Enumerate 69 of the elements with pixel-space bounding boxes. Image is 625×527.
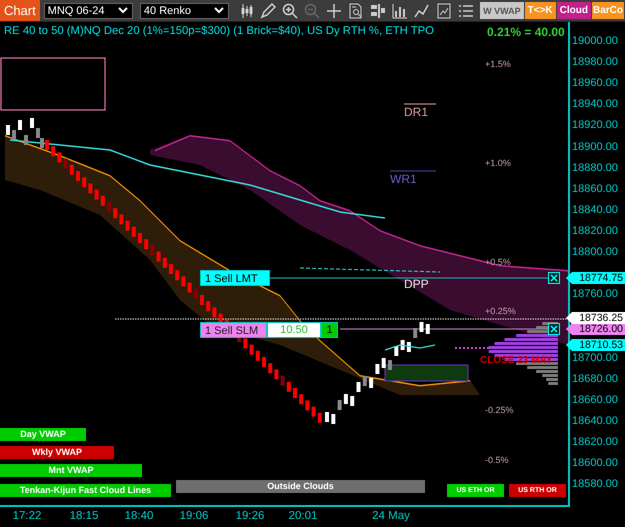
change-readout: 0.21% = 40.00 xyxy=(487,25,565,39)
price-marker: 18710.53 xyxy=(566,339,625,351)
time-label: 24 May xyxy=(372,510,410,522)
time-label: 17:22 xyxy=(12,510,42,522)
order-label[interactable]: 1 Sell SLM xyxy=(200,322,267,338)
percent-level-label: +0.5% xyxy=(485,256,511,269)
zoom-in-icon[interactable] xyxy=(282,2,298,18)
indicator-label: Tenkan-Kijun Fast Cloud Lines xyxy=(0,484,171,497)
price-label: 18840.00 xyxy=(572,204,618,216)
price-label: 18900.00 xyxy=(572,140,618,152)
price-label: 18960.00 xyxy=(572,77,618,90)
indicator-line-drawing xyxy=(384,344,436,351)
close-icon[interactable] xyxy=(548,323,560,335)
price-label: 18980.00 xyxy=(572,56,618,68)
bar-chart-icon[interactable] xyxy=(392,2,408,18)
price-label: 18640.00 xyxy=(572,414,618,427)
pencil-icon[interactable] xyxy=(260,2,276,18)
close-icon[interactable] xyxy=(548,272,560,284)
price-label: 18760.00 xyxy=(572,288,618,300)
percent-level-label: +0.25% xyxy=(485,305,516,318)
percent-level-label: -0.5% xyxy=(485,454,509,467)
price-label: 18660.00 xyxy=(572,394,618,406)
indicator-label: Outside Clouds xyxy=(176,480,425,493)
price-label: 18700.00 xyxy=(572,352,618,364)
list-icon[interactable] xyxy=(458,2,474,18)
document-chart-icon[interactable] xyxy=(436,2,452,18)
time-label: 19:26 xyxy=(236,510,264,522)
document-search-icon[interactable] xyxy=(348,2,364,18)
bar-type-dropdown[interactable]: 40 Renko xyxy=(140,2,230,18)
order-label[interactable]: 1 Sell LMT xyxy=(200,270,270,286)
pivot-label: WR1 xyxy=(390,172,417,186)
indicator-toggle-button[interactable]: Cloud xyxy=(556,2,591,19)
chart-title: RE 40 to 50 (M)NQ Dec 20 (1%=150p=$300) (1 Brick=$40), US Dy RTH %, ETH TPO xyxy=(4,25,434,37)
pivot-line xyxy=(390,170,436,172)
price-label: 18820.00 xyxy=(572,224,618,237)
price-label: 18600.00 xyxy=(572,457,618,469)
percent-level-label: -0.25% xyxy=(485,404,514,417)
line-chart-icon[interactable] xyxy=(414,2,430,18)
price-label: 18920.00 xyxy=(572,119,618,132)
price-label: 18620.00 xyxy=(572,436,618,448)
percent-level-label: +1.0% xyxy=(485,157,511,170)
candlestick-icon[interactable] xyxy=(240,2,254,18)
price-marker: 18736.25 xyxy=(566,312,625,324)
pivot-label: DR1 xyxy=(404,105,428,119)
price-label: 18580.00 xyxy=(572,478,618,490)
time-label: 20:01 xyxy=(288,510,318,522)
price-label: 18940.00 xyxy=(572,98,618,110)
instrument-dropdown[interactable]: MNQ 06-24 xyxy=(44,2,133,18)
price-label: 18680.00 xyxy=(572,372,618,385)
price-label: 18880.00 xyxy=(572,162,618,174)
time-label: 19:06 xyxy=(180,510,208,522)
chevron-down-icon xyxy=(214,7,224,14)
pivot-label: DPP xyxy=(404,277,429,291)
indicator-label: Day VWAP xyxy=(0,428,86,441)
price-label: 18800.00 xyxy=(572,246,618,258)
price-label: 18860.00 xyxy=(572,182,618,195)
price-marker: 18774.75 xyxy=(566,272,625,284)
time-label: 18:15 xyxy=(70,510,98,522)
layout-icon[interactable] xyxy=(370,2,386,18)
indicator-label: Mnt VWAP xyxy=(0,464,142,477)
indicator-label: Wkly VWAP xyxy=(0,446,114,459)
percent-level-label: +1.5% xyxy=(485,58,511,71)
price-label: 19000.00 xyxy=(572,35,618,47)
chevron-down-icon xyxy=(118,7,128,14)
order-quantity[interactable]: 1 xyxy=(321,322,338,338)
time-label: 18:40 xyxy=(124,510,154,522)
indicator-toggle-button[interactable]: W VWAP xyxy=(480,2,524,19)
crosshair-icon[interactable] xyxy=(326,2,342,18)
chart-button[interactable]: Chart xyxy=(0,0,40,21)
